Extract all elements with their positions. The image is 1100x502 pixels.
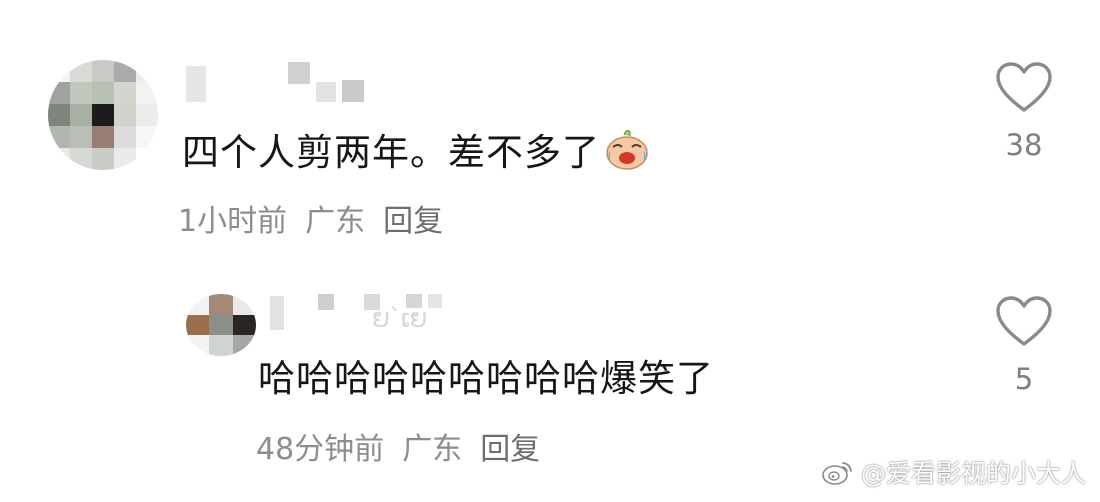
heart-icon[interactable]	[995, 296, 1053, 348]
reply-location: 广东	[402, 432, 463, 467]
heart-icon[interactable]	[995, 62, 1053, 114]
reply-avatar[interactable]	[186, 294, 256, 356]
reply-meta: 48分钟前 广东 回复	[256, 424, 540, 468]
comment-location: 广东	[305, 204, 366, 239]
reply-like-count: 5	[1014, 362, 1034, 396]
avatar[interactable]	[48, 60, 158, 170]
watermark: @爱看影视的小大人	[821, 454, 1086, 490]
reply-time: 48分钟前	[256, 432, 385, 467]
reply-reply-button[interactable]: 回复	[480, 424, 540, 468]
comment-text: 四个人剪两年。差不多了	[182, 122, 650, 176]
comment-time: 1小时前	[178, 204, 288, 239]
comment-meta: 1小时前 广东 回复	[178, 196, 443, 240]
reply-like-button[interactable]: 5	[986, 296, 1062, 396]
like-count: 38	[1005, 128, 1043, 162]
username[interactable]	[186, 62, 364, 102]
reply-username-fragment: ຍ`ເຍ	[372, 304, 427, 334]
comment-text-content: 四个人剪两年。差不多了	[182, 131, 600, 174]
reply-button[interactable]: 回复	[383, 196, 443, 240]
weibo-logo-icon	[821, 458, 855, 486]
reply-text: 哈哈哈哈哈哈哈哈哈爆笑了	[258, 357, 714, 400]
watermark-text: @爱看影视的小大人	[860, 459, 1086, 488]
like-button[interactable]: 38	[986, 62, 1062, 162]
crying-laughing-face-icon	[604, 127, 650, 171]
